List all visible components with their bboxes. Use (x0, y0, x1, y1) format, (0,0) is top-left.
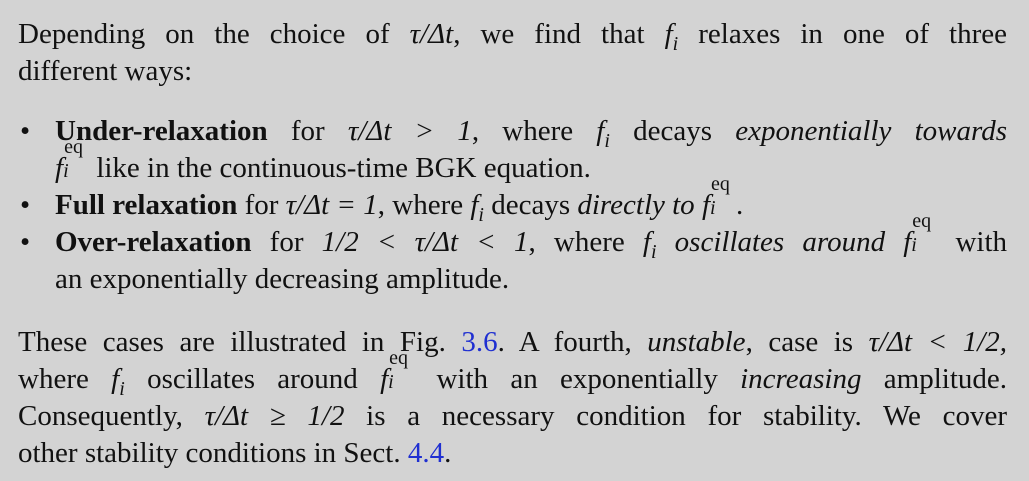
intro-line-1: Depending on the choice of τ/Δt, we find… (18, 16, 1008, 55)
outro-text: with an exponentially (436, 363, 718, 395)
intro-line-2: different ways: (18, 55, 193, 87)
list-item-under-relaxation: • Under-relaxation for τ/Δt > 1, where f… (18, 113, 1007, 187)
intro-text: relaxes in one of three (698, 18, 1008, 50)
list-text: an exponentially decreasing amplitude. (55, 263, 510, 295)
emphasis-text: exponentially towards (735, 115, 1007, 147)
emphasis-text: increasing (740, 363, 862, 395)
emphasis-text: directly to (577, 189, 695, 221)
outro-text: other stability conditions in Sect. (18, 437, 401, 469)
list-item-full-relaxation: • Full relaxation for τ/Δt = 1, where fi… (18, 173, 1007, 226)
f-i-eq-symbol: f eq i (380, 347, 409, 395)
outro-text: , case is (745, 326, 854, 358)
f-i-symbol: fi (470, 189, 484, 226)
list-text: decays (491, 189, 571, 221)
list-text: , where (528, 226, 625, 258)
term-full-relaxation: Full relaxation (55, 189, 238, 221)
outro-text: . (444, 437, 452, 469)
intro-paragraph: Depending on the choice of τ/Δt, we find… (18, 16, 1007, 90)
list-text: . (736, 189, 744, 221)
f-i-symbol: fi (596, 115, 610, 152)
f-i-symbol: fi (664, 18, 679, 55)
list-text: decays (633, 115, 713, 147)
outro-text: is a necessary condition for stability. … (366, 400, 1007, 432)
outro-text: These cases are illustrated in Fig. (18, 326, 446, 358)
outro-text: Consequently, (18, 400, 183, 432)
outro-text: where (18, 363, 89, 395)
condition-over: 1/2 < τ/Δt < 1 (321, 226, 529, 258)
outro-line-3: Consequently, τ/Δt ≥ 1/2 is a necessary … (18, 398, 1007, 435)
condition-full: τ/Δt = 1 (285, 189, 378, 221)
list-text: like in the continuous-time BGK equation… (96, 152, 591, 184)
f-i-eq-symbol: f eq i (903, 210, 932, 258)
f-i-eq-symbol: f eq i (55, 136, 83, 184)
outro-text: oscillates around (147, 363, 358, 395)
condition-under: τ/Δt > 1 (347, 115, 472, 147)
term-over-relaxation: Over-relaxation (55, 226, 252, 258)
outro-text: amplitude. (883, 363, 1008, 395)
list-text: for (290, 115, 325, 147)
list-text: for (244, 189, 279, 221)
list-item-over-relaxation: • Over-relaxation for 1/2 < τ/Δt < 1, wh… (18, 210, 1008, 298)
emphasis-text: oscillates around (674, 226, 886, 258)
figure-link[interactable]: 3.6 (461, 326, 497, 358)
bullet-dot: • (20, 189, 31, 221)
outro-text: . A fourth, (497, 326, 632, 358)
bullet-dot: • (20, 226, 31, 258)
page: { "intro": { "line1": {"a": "Depending o… (0, 0, 1029, 481)
emphasis-text: unstable (647, 326, 746, 358)
intro-text: Depending on the choice of (18, 18, 390, 50)
list-text: , where (471, 115, 574, 147)
list-text: for (269, 226, 304, 258)
section-link[interactable]: 4.4 (408, 437, 444, 469)
condition-stability: τ/Δt ≥ 1/2 (204, 400, 345, 432)
outro-paragraph: These cases are illustrated in Fig. 3.6.… (18, 324, 1007, 472)
f-i-eq-symbol: f eq i (701, 173, 730, 221)
tau-over-dt: τ/Δt (409, 18, 454, 50)
outro-line-4: other stability conditions in Sect. 4.4. (18, 435, 1007, 472)
list-text: with (955, 226, 1008, 258)
bullet-dot: • (20, 115, 31, 147)
list-text: , where (377, 189, 464, 221)
intro-text: , we find that (453, 18, 645, 50)
outro-line-1: These cases are illustrated in Fig. 3.6.… (18, 324, 1007, 361)
relaxation-list: • Under-relaxation for τ/Δt > 1, where f… (18, 113, 1007, 298)
condition-unstable: τ/Δt < 1/2, (868, 326, 1008, 358)
f-i-symbol: fi (111, 363, 125, 400)
f-i-symbol: fi (642, 226, 657, 263)
outro-line-2: where fi oscillates around f eq i with an … (18, 347, 1008, 400)
term-under-relaxation: Under-relaxation (55, 115, 268, 147)
